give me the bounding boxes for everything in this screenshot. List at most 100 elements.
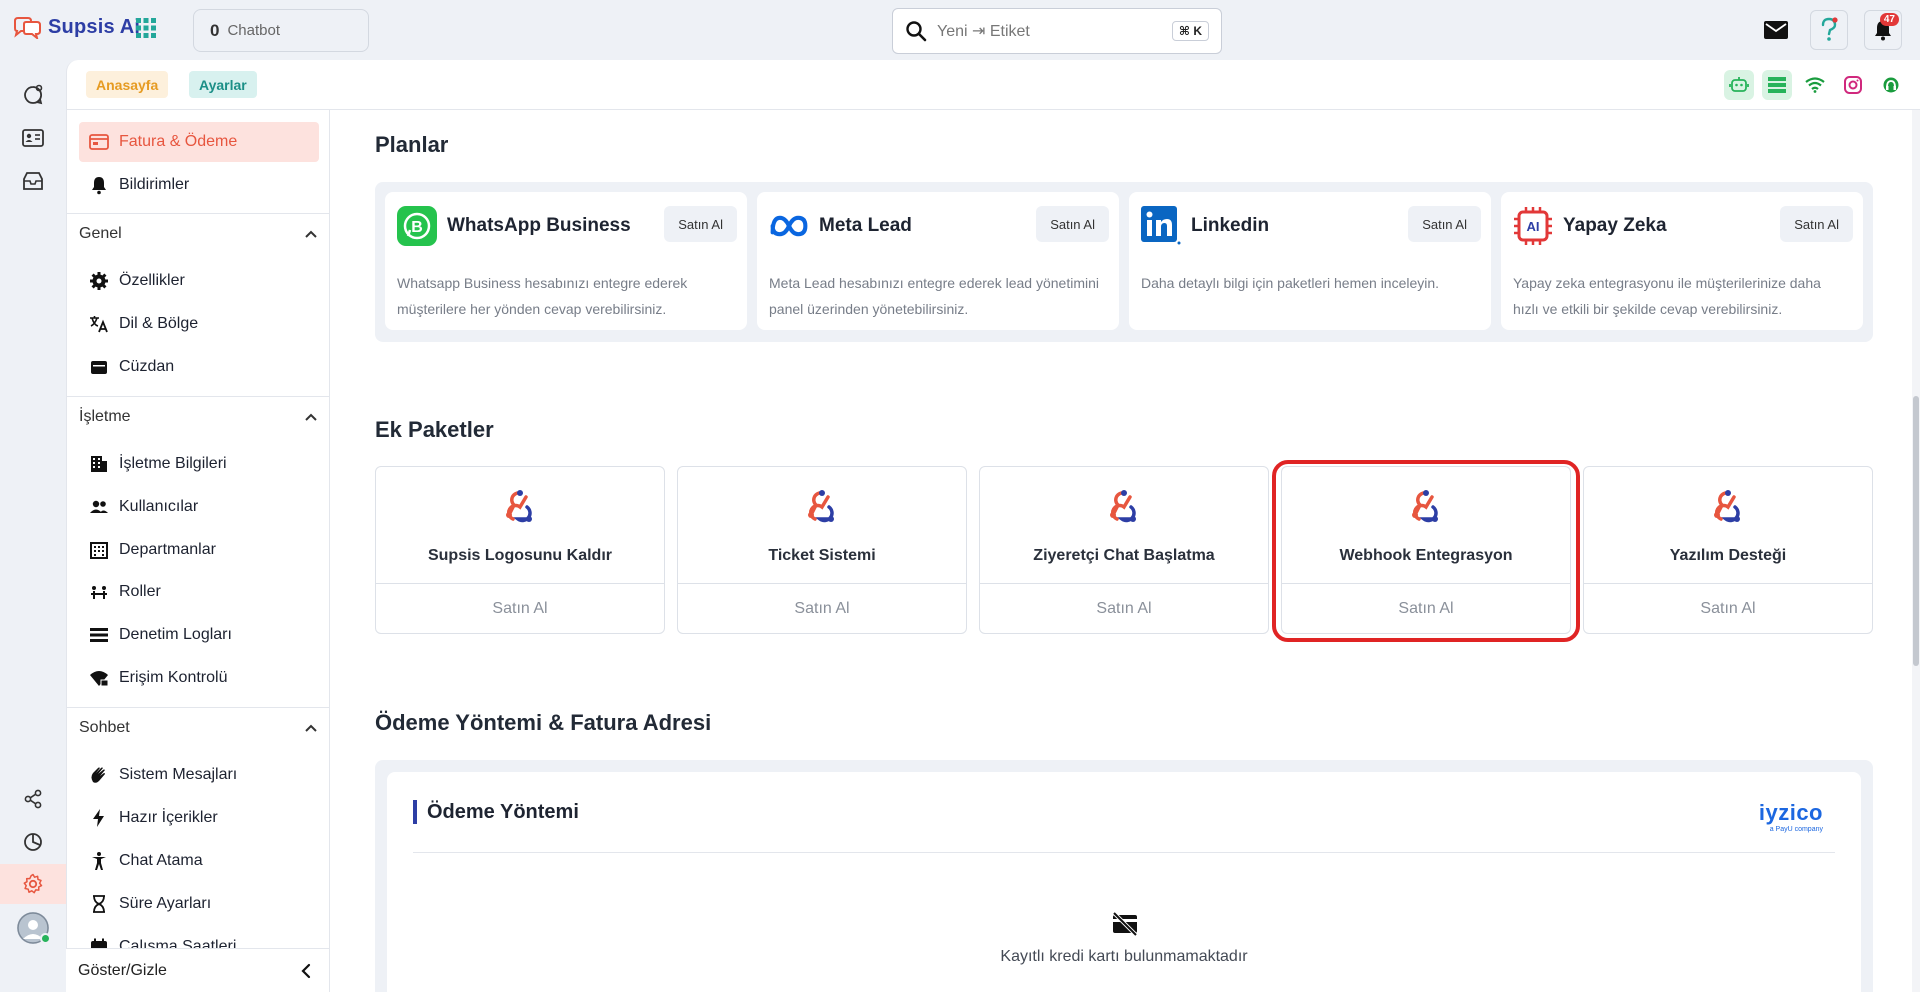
menu-item-label: Özellikler (119, 272, 185, 289)
divider (413, 852, 1835, 853)
menu-item-language[interactable]: Dil & Bölge (79, 304, 319, 344)
menu-toggle-footer[interactable]: Göster/Gizle (66, 948, 330, 992)
brand[interactable]: Supsis Ai (12, 16, 140, 39)
menu-item-label: Sistem Mesajları (119, 766, 238, 783)
svg-text:B: B (411, 219, 423, 236)
breadcrumb-settings[interactable]: Ayarlar (189, 71, 257, 98)
menu-item-audit-logs[interactable]: Denetim Logları (79, 615, 319, 655)
notifications-button[interactable]: 47 (1864, 10, 1902, 50)
rail-settings[interactable] (0, 864, 66, 904)
section-title: Genel (79, 224, 122, 242)
package-title: Supsis Logosunu Kaldır (427, 547, 612, 564)
search-icon (906, 21, 927, 42)
plan-description: Yapay zeka entegrasyonu ile müşterilerin… (1513, 275, 1821, 317)
webhook-icon (506, 490, 532, 523)
server-list-icon (1768, 77, 1786, 93)
menu-item-features[interactable]: Özellikler (79, 261, 319, 301)
menu-item-system-messages[interactable]: Sistem Mesajları (79, 755, 319, 795)
menu-item-access-control[interactable]: Erişim Kontrolü (79, 658, 319, 698)
section-sohbet[interactable]: Sohbet (67, 707, 329, 747)
wallet-icon (91, 361, 107, 374)
chatbot-count: 0 (210, 20, 220, 40)
section-genel[interactable]: Genel (67, 213, 329, 253)
package-card-remove-logo: Supsis Logosunu Kaldır Satın Al (375, 466, 665, 634)
section-title: Sohbet (79, 718, 130, 736)
chat-bubble-icon (24, 84, 43, 105)
rail-reports[interactable] (18, 827, 48, 857)
apps-grid-icon[interactable] (136, 18, 156, 38)
instagram-button[interactable] (1838, 70, 1868, 100)
package-card-webhook: Webhook Entegrasyon Satın Al (1281, 466, 1571, 634)
gear-icon (90, 272, 108, 290)
whatsapp-status-button[interactable] (1876, 70, 1906, 100)
bot-status-button[interactable] (1724, 70, 1754, 100)
gear-icon (23, 873, 43, 894)
menu-item-departments[interactable]: Departmanlar (79, 530, 319, 570)
supsis-logo-icon (14, 16, 41, 39)
search-placeholder: Yeni ⇥ Etiket (937, 23, 1030, 40)
menu-item-billing[interactable]: Fatura & Ödeme (79, 122, 319, 162)
menu-item-canned-content[interactable]: Hazır İçerikler (79, 798, 319, 838)
help-icon (1821, 17, 1838, 41)
svg-text:AI: AI (1527, 219, 1540, 234)
section-title: İşletme (79, 407, 131, 425)
credit-card-off-icon (1112, 911, 1138, 937)
no-card-message: Kayıtlı kredi kartı bulunmamaktadır (1000, 948, 1248, 965)
invoice-icon (89, 134, 109, 150)
server-status-button[interactable] (1762, 70, 1792, 100)
plan-buy-button[interactable]: Satın Al (1780, 206, 1853, 242)
menu-item-business-info[interactable]: İşletme Bilgileri (79, 444, 319, 484)
menu-item-label: Bildirimler (119, 176, 190, 193)
search-shortcut: ⌘ K (1171, 21, 1209, 41)
package-buy-button[interactable]: Satın Al (980, 583, 1268, 633)
rail-inbox[interactable] (18, 166, 48, 196)
help-button[interactable] (1810, 10, 1848, 50)
meta-icon (769, 206, 809, 246)
package-buy-button[interactable]: Satın Al (678, 583, 966, 633)
search-bar[interactable]: Yeni ⇥ Etiket ⌘ K (892, 8, 1222, 54)
rail-contacts[interactable] (18, 123, 48, 153)
chatbot-selector[interactable]: 0 Chatbot (193, 9, 369, 52)
plan-description: Whatsapp Business hesabınızı entegre ede… (397, 275, 688, 317)
rail-chats[interactable] (18, 80, 48, 110)
logs-icon (90, 628, 108, 642)
linkedin-icon (1141, 206, 1181, 246)
ai-chip-icon: AI (1513, 206, 1553, 246)
package-buy-button[interactable]: Satın Al (376, 583, 664, 633)
wifi-status-button[interactable] (1800, 70, 1830, 100)
payment-card: Ödeme Yöntemi iyzico a PayU company Kayı… (387, 772, 1861, 992)
package-buy-button[interactable]: Satın Al (1282, 583, 1570, 633)
online-status-dot (40, 933, 51, 944)
menu-item-label: Hazır İçerikler (119, 809, 218, 826)
breadcrumb-home[interactable]: Anasayfa (86, 71, 169, 98)
menu-item-notifications[interactable]: Bildirimler (79, 165, 319, 205)
bot-icon (1729, 77, 1749, 92)
plan-buy-button[interactable]: Satın Al (1036, 206, 1109, 242)
package-card-ticket: Ticket Sistemi Satın Al (677, 466, 967, 634)
menu-item-users[interactable]: Kullanıcılar (79, 487, 319, 527)
scrollbar-thumb[interactable] (1913, 396, 1919, 666)
menu-item-roles[interactable]: Roller (79, 572, 319, 612)
mail-button[interactable] (1757, 10, 1795, 50)
plan-buy-button[interactable]: Satın Al (664, 206, 737, 242)
plan-buy-button[interactable]: Satın Al (1408, 206, 1481, 242)
chevron-up-icon (305, 724, 317, 732)
menu-item-chat-assignment[interactable]: Chat Atama (79, 841, 319, 881)
plan-title: Linkedin (1191, 215, 1270, 236)
left-rail (0, 60, 66, 992)
scrollbar[interactable] (1912, 110, 1920, 992)
menu-item-label: Chat Atama (119, 852, 203, 869)
menu-item-wallet[interactable]: Cüzdan (79, 347, 319, 387)
packages-heading: Ek Paketler (375, 417, 494, 442)
section-isletme[interactable]: İşletme (67, 396, 329, 436)
package-buy-button[interactable]: Satın Al (1584, 583, 1872, 633)
menu-item-time-settings[interactable]: Süre Ayarları (79, 884, 319, 924)
whatsapp-icon: B (397, 206, 437, 246)
secondary-header: Anasayfa Ayarlar (66, 60, 1920, 110)
notification-badge: 47 (1879, 13, 1899, 26)
rail-share[interactable] (18, 784, 48, 814)
plan-description: Daha detaylı bilgi için paketleri hemen … (1141, 275, 1440, 291)
package-card-software-support: Yazılım Desteği Satın Al (1583, 466, 1873, 634)
menu-item-label: İşletme Bilgileri (119, 455, 227, 472)
menu-item-label: Departmanlar (119, 541, 216, 558)
